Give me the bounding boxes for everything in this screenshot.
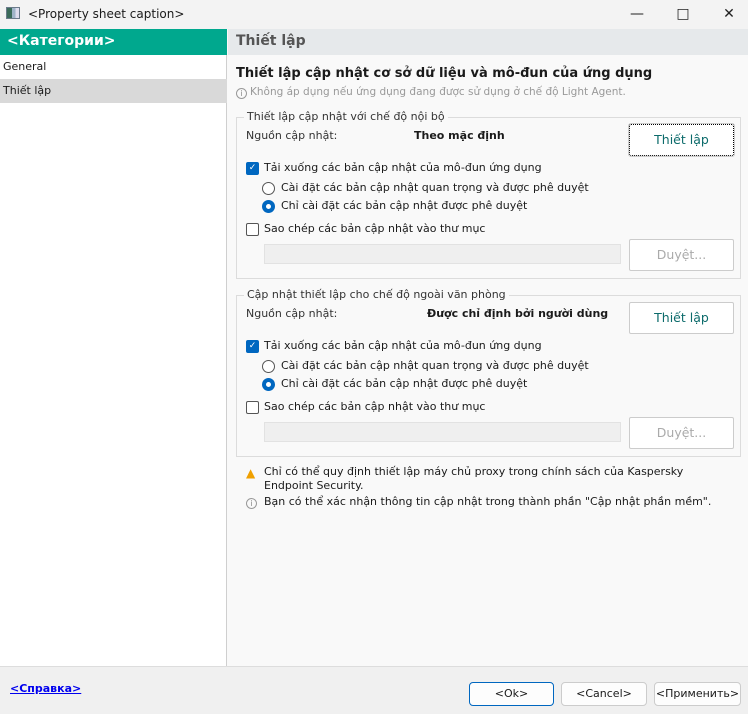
ok-button[interactable]: <Ok> xyxy=(469,682,554,706)
group-title: Thiết lập cập nhật với chế độ nội bộ xyxy=(244,110,448,123)
settings-button[interactable]: Thiết lập xyxy=(628,123,735,157)
source-value: Theo mặc định xyxy=(414,129,505,142)
copy-checkbox[interactable] xyxy=(246,223,259,236)
group-title: Cập nhật thiết lập cho chế độ ngoài văn … xyxy=(244,288,509,301)
group-offsite-mode: Cập nhật thiết lập cho chế độ ngoài văn … xyxy=(236,288,741,457)
proxy-warning: Chỉ có thể quy định thiết lập máy chủ pr… xyxy=(264,465,684,492)
source-value: Được chỉ định bởi người dùng xyxy=(427,307,609,320)
page-title: Thiết lập cập nhật cơ sở dữ liệu và mô-đ… xyxy=(236,66,653,81)
footer: <Справка> <Ok> <Cancel> <Применить> xyxy=(0,666,748,714)
category-sidebar: <Категории> General Thiết lập xyxy=(0,29,227,666)
info-icon: i xyxy=(236,88,247,99)
warning-icon: ▲ xyxy=(246,466,256,480)
download-checkbox[interactable]: ✓ xyxy=(246,162,259,175)
window-caption: <Property sheet caption> xyxy=(28,7,185,21)
radio-approved-only[interactable] xyxy=(262,378,275,391)
copy-label: Sao chép các bản cập nhật vào thư mục xyxy=(264,222,486,235)
title-bar: <Property sheet caption> — □ ✕ xyxy=(0,0,748,29)
close-button[interactable]: ✕ xyxy=(714,4,744,24)
copy-checkbox[interactable] xyxy=(246,401,259,414)
folder-input[interactable] xyxy=(264,244,621,264)
settings-button[interactable]: Thiết lập xyxy=(629,302,734,334)
maximize-button[interactable]: □ xyxy=(668,4,698,24)
browse-button[interactable]: Duyệt... xyxy=(629,417,734,449)
apply-button[interactable]: <Применить> xyxy=(654,682,741,706)
category-header: <Категории> xyxy=(0,29,227,55)
section-header: Thiết lập xyxy=(228,29,748,55)
radio-approved-only-label: Chỉ cài đặt các bản cập nhật được phê du… xyxy=(281,199,528,212)
download-checkbox[interactable]: ✓ xyxy=(246,340,259,353)
help-link[interactable]: <Справка> xyxy=(10,682,81,695)
download-label: Tải xuống các bản cập nhật của mô-đun ứn… xyxy=(264,161,542,174)
radio-important-approved[interactable] xyxy=(262,360,275,373)
browse-button[interactable]: Duyệt... xyxy=(629,239,734,271)
folder-input[interactable] xyxy=(264,422,621,442)
sidebar-item-general[interactable]: General xyxy=(0,55,227,79)
radio-important-approved[interactable] xyxy=(262,182,275,195)
subtitle: i Không áp dụng nếu ứng dụng đang được sử… xyxy=(236,86,626,99)
update-note: Bạn có thể xác nhận thông tin cập nhật t… xyxy=(264,495,712,508)
sidebar-item-settings[interactable]: Thiết lập xyxy=(0,79,227,103)
radio-approved-only[interactable] xyxy=(262,200,275,213)
radio-approved-only-label: Chỉ cài đặt các bản cập nhật được phê du… xyxy=(281,377,528,390)
radio-important-approved-label: Cài đặt các bản cập nhật quan trọng và đ… xyxy=(281,181,589,194)
subtitle-text: Không áp dụng nếu ứng dụng đang được sử … xyxy=(250,86,626,98)
cancel-button[interactable]: <Cancel> xyxy=(561,682,647,706)
minimize-button[interactable]: — xyxy=(622,4,652,24)
source-label: Nguồn cập nhật: xyxy=(246,129,338,142)
copy-label: Sao chép các bản cập nhật vào thư mục xyxy=(264,400,486,413)
radio-important-approved-label: Cài đặt các bản cập nhật quan trọng và đ… xyxy=(281,359,589,372)
info-icon: i xyxy=(246,495,260,509)
app-icon xyxy=(6,7,20,19)
download-label: Tải xuống các bản cập nhật của mô-đun ứn… xyxy=(264,339,542,352)
group-local-mode: Thiết lập cập nhật với chế độ nội bộ Ngu… xyxy=(236,110,741,279)
source-label: Nguồn cập nhật: xyxy=(246,307,338,320)
